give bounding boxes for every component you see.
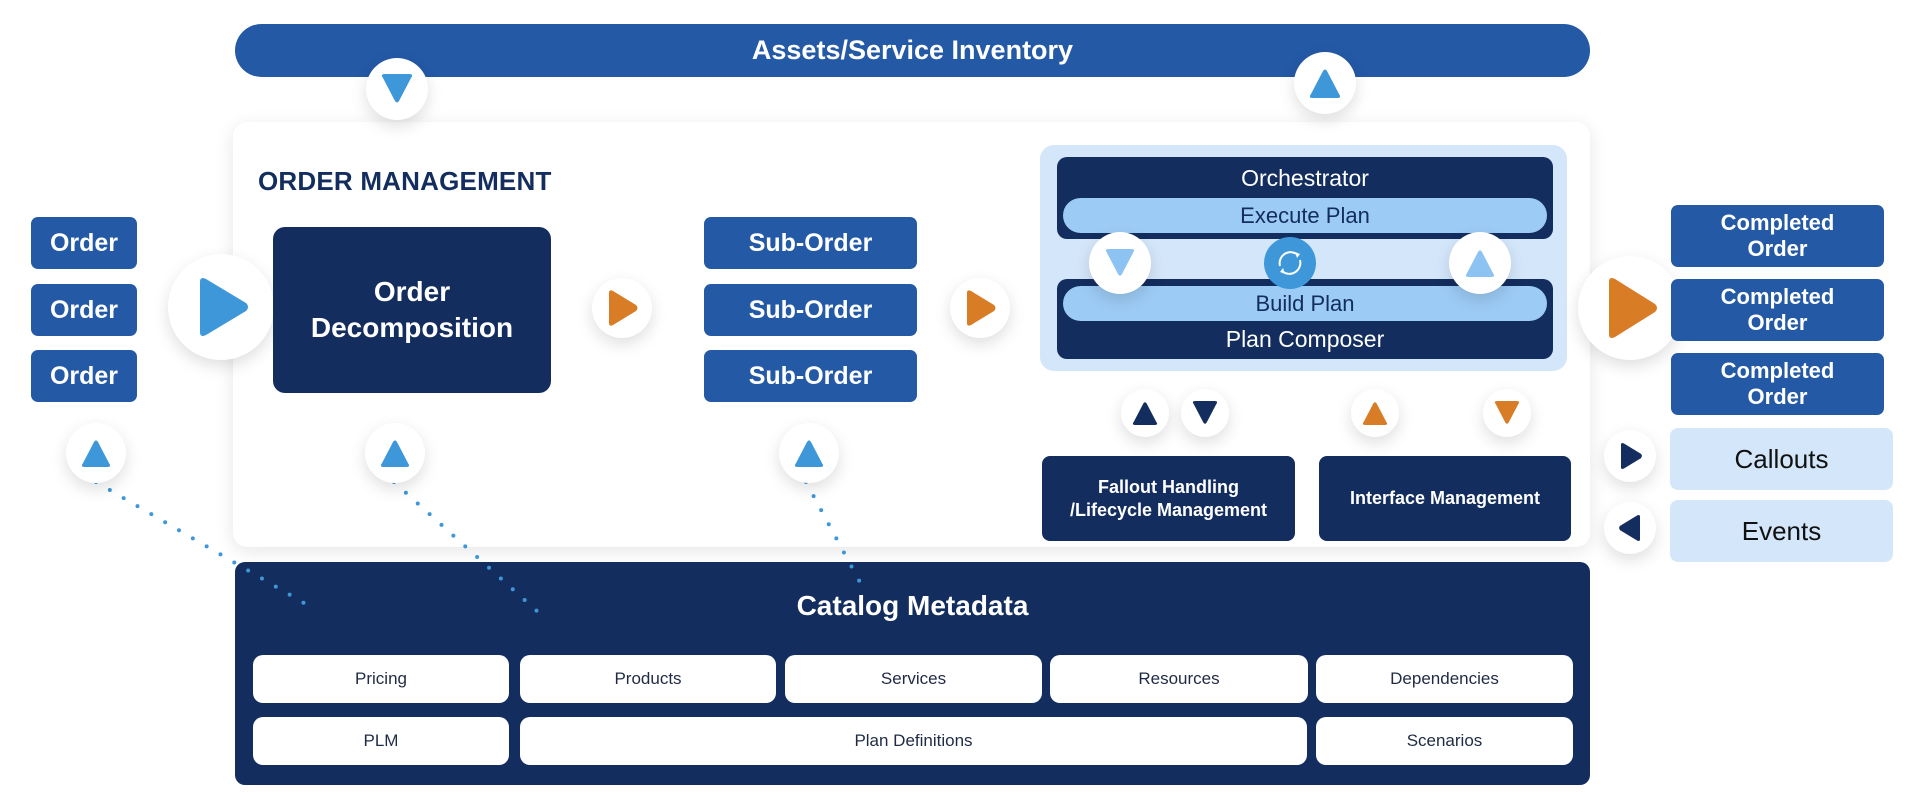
catalog-title: Catalog Metadata — [796, 590, 1029, 621]
completed-line2: Order — [1747, 384, 1808, 409]
play-arrow-icon — [609, 290, 638, 326]
order-box: Order — [31, 350, 137, 402]
order-decomposition-box: Order Decomposition — [273, 227, 551, 393]
sync-icon — [1278, 251, 1302, 275]
suborder-catalog-up-arrow — [779, 423, 839, 483]
events-label: Events — [1741, 515, 1822, 546]
fallout-down-arrow — [1181, 389, 1229, 437]
order-label: Order — [49, 228, 119, 257]
decomposition-catalog-up-arrow — [365, 423, 425, 483]
catalog-chip-pricing: Pricing — [253, 655, 509, 703]
completed-order-box: Completed Order — [1671, 279, 1884, 341]
events-box: Events — [1670, 500, 1893, 562]
sub-order-box: Sub-Order — [704, 217, 917, 269]
triangle-down-icon — [1105, 249, 1135, 276]
sub-order-box: Sub-Order — [704, 350, 917, 402]
triangle-up-icon — [380, 440, 410, 467]
sub-order-box: Sub-Order — [704, 284, 917, 336]
orchestrator-title: Orchestrator — [1241, 164, 1369, 191]
inventory-label: Assets/Service Inventory — [751, 35, 1074, 65]
fallout-handling-box: Fallout Handling/Lifecycle Management — [1042, 456, 1295, 541]
fallout-line2: /Lifecycle Management — [1069, 499, 1268, 520]
suborder-to-orchestrator-arrow — [950, 278, 1010, 338]
triangle-up-icon — [1362, 402, 1388, 425]
play-arrow-icon — [200, 278, 248, 336]
sub-order-label: Sub-Order — [748, 361, 873, 390]
triangle-up-icon — [794, 440, 824, 467]
execute-plan-pill: Execute Plan — [1063, 198, 1547, 233]
orchestrator-up-arrow — [1449, 232, 1511, 294]
assets-service-inventory-bar: Assets/Service Inventory — [235, 24, 1590, 77]
completed-line1: Completed — [1720, 284, 1835, 309]
triangle-down-icon — [381, 74, 413, 103]
inventory-down-arrow — [366, 58, 428, 120]
catalog-chip-products: Products — [520, 655, 776, 703]
fallout-line1: Fallout Handling — [1097, 476, 1239, 497]
completed-line1: Completed — [1720, 358, 1835, 383]
play-arrow-icon — [1620, 443, 1642, 469]
order-management-title: ORDER MANAGEMENT — [258, 166, 552, 196]
completed-line2: Order — [1747, 310, 1808, 335]
completed-line2: Order — [1747, 236, 1808, 261]
completed-order-box: Completed Order — [1671, 353, 1884, 415]
interface-label: Interface Management — [1349, 488, 1541, 508]
callouts-box: Callouts — [1670, 428, 1893, 490]
orchestrator-down-arrow — [1089, 232, 1151, 294]
order-box: Order — [31, 284, 137, 336]
decomposition-line1: Order — [373, 276, 451, 307]
completed-line1: Completed — [1720, 210, 1835, 235]
inventory-up-arrow — [1294, 52, 1356, 114]
catalog-chip-resources: Resources — [1050, 655, 1308, 703]
triangle-down-icon — [1494, 401, 1520, 424]
catalog-chip-plm: PLM — [253, 717, 509, 765]
order-label: Order — [49, 361, 119, 390]
reverse-arrow-icon — [1618, 515, 1640, 541]
interface-down-arrow — [1483, 389, 1531, 437]
orders-to-decomposition-arrow — [168, 254, 274, 360]
triangle-down-icon — [1192, 401, 1218, 424]
sub-order-label: Sub-Order — [748, 228, 873, 257]
triangle-up-icon — [1132, 402, 1158, 425]
triangle-up-icon — [81, 440, 111, 467]
sub-order-label: Sub-Order — [748, 295, 873, 324]
catalog-chip-dependencies: Dependencies — [1316, 655, 1573, 703]
play-arrow-icon — [967, 290, 996, 326]
triangle-up-icon — [1465, 250, 1495, 277]
decomposition-line2: Decomposition — [310, 312, 514, 343]
sync-button — [1264, 237, 1316, 289]
order-label: Order — [49, 295, 119, 324]
decomposition-to-suborder-arrow — [592, 278, 652, 338]
completed-orders-arrow — [1578, 256, 1682, 360]
catalog-chip-plan-definitions: Plan Definitions — [520, 717, 1307, 765]
catalog-chip-services: Services — [785, 655, 1042, 703]
callouts-arrow — [1604, 430, 1656, 482]
catalog-chip-scenarios: Scenarios — [1316, 717, 1573, 765]
play-arrow-icon — [1609, 278, 1657, 338]
interface-management-box: Interface Management — [1319, 456, 1571, 541]
plan-composer-title: Plan Composer — [1225, 325, 1385, 352]
triangle-up-icon — [1309, 69, 1341, 98]
fallout-up-arrow — [1121, 389, 1169, 437]
orders-catalog-up-arrow — [66, 423, 126, 483]
order-box: Order — [31, 217, 137, 269]
callouts-label: Callouts — [1734, 443, 1829, 474]
interface-up-arrow — [1351, 389, 1399, 437]
completed-order-box: Completed Order — [1671, 205, 1884, 267]
events-arrow — [1604, 502, 1656, 554]
